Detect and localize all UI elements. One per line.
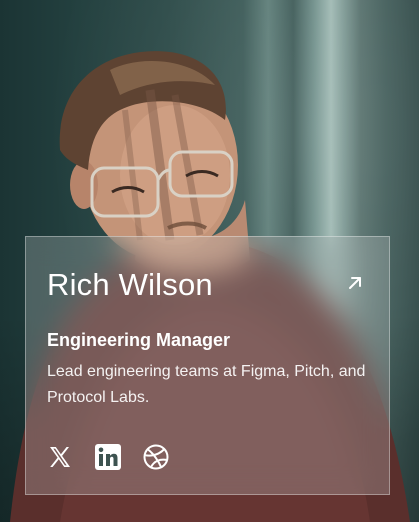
profile-role: Engineering Manager [47,330,231,350]
profile-name: Rich Wilson [47,267,213,302]
arrow-up-right-icon[interactable] [345,273,365,293]
dribbble-icon[interactable] [143,444,169,470]
profile-card-scene: Rich Wilson Engineering Manager Lead eng… [0,0,419,522]
social-links [47,444,169,470]
x-icon[interactable] [47,444,73,470]
profile-bio: Lead engineering teams at Figma, Pitch, … [47,363,366,406]
linkedin-icon[interactable] [95,444,121,470]
profile-card: Rich Wilson Engineering Manager Lead eng… [25,236,390,495]
